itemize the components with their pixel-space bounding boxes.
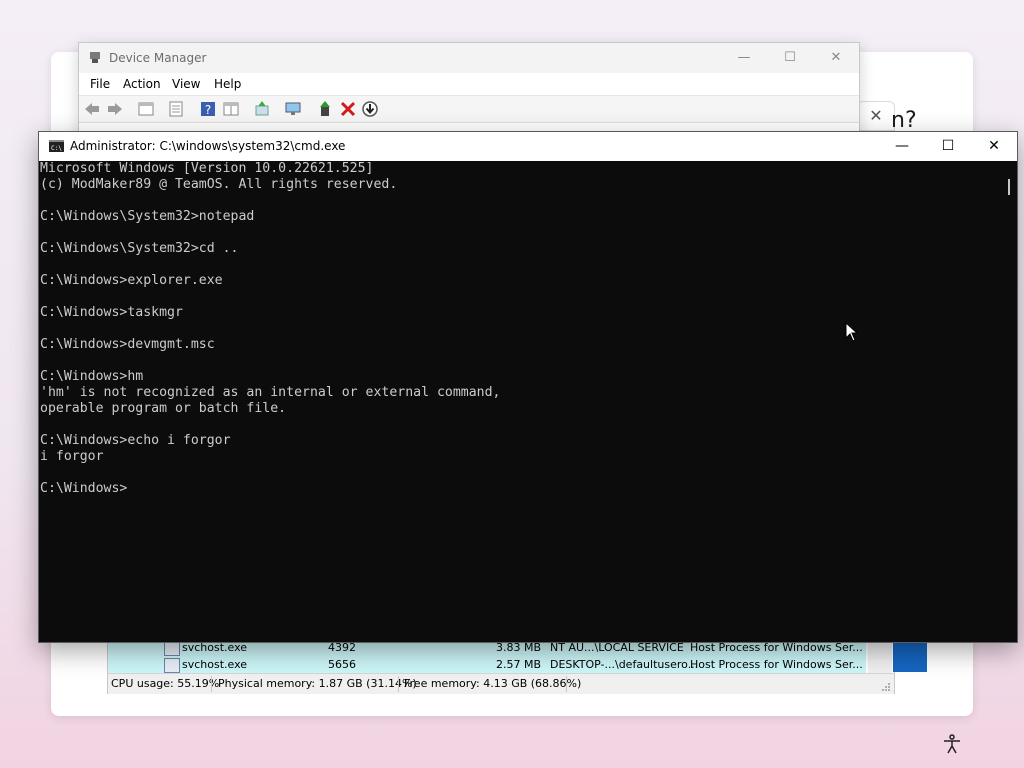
show-hide-icon[interactable] <box>222 100 240 118</box>
physical-memory: Physical memory: 1.87 GB (31.14%) <box>218 677 417 690</box>
process-pid: 5656 <box>328 658 356 671</box>
svg-text:C:\: C:\ <box>51 145 62 152</box>
console-line: C:\Windows>explorer.exe <box>40 273 223 288</box>
process-icon <box>164 641 180 656</box>
console-line: operable program or batch file. <box>40 401 287 416</box>
uninstall-icon[interactable] <box>339 100 357 118</box>
console-line: C:\Windows>echo i forgor <box>40 433 231 448</box>
cmd-titlebar[interactable]: C:\ Administrator: C:\windows\system32\c… <box>39 132 1017 161</box>
close-button[interactable]: ✕ <box>971 132 1017 161</box>
console-line: C:\Windows> <box>40 481 128 496</box>
minimize-button[interactable]: — <box>879 132 925 161</box>
console-line: (c) ModMaker89 @ TeamOS. All rights rese… <box>40 177 398 192</box>
console-line: C:\Windows\System32>notepad <box>40 209 255 224</box>
svg-text:?: ? <box>205 103 211 117</box>
setup-close-button[interactable]: ✕ <box>857 101 895 131</box>
process-description: Host Process for Windows Ser... <box>690 658 863 671</box>
process-icon <box>164 658 180 673</box>
cmd-title: Administrator: C:\windows\system32\cmd.e… <box>70 139 346 153</box>
device-manager-icon <box>90 52 100 63</box>
menu-bar: File Action View Help <box>79 73 859 95</box>
accessibility-icon[interactable] <box>941 733 963 755</box>
cmd-icon: C:\ <box>49 140 64 152</box>
background-accent-panel <box>893 640 927 672</box>
minimize-button[interactable]: — <box>721 43 767 73</box>
menu-action[interactable]: Action <box>123 77 161 91</box>
console-line: Microsoft Windows [Version 10.0.22621.52… <box>40 161 374 176</box>
setup-question-text: n? <box>891 108 917 133</box>
back-arrow-icon[interactable] <box>83 100 101 118</box>
vertical-scrollbar[interactable] <box>1000 161 1017 641</box>
cmd-window: C:\ Administrator: C:\windows\system32\c… <box>38 131 1018 643</box>
process-user: DESKTOP-...\defaultusero... <box>550 658 699 671</box>
help-icon[interactable]: ? <box>199 100 217 118</box>
device-manager-title: Device Manager <box>109 51 207 65</box>
device-manager-window: Device Manager — ☐ ✕ File Action View He… <box>78 42 860 144</box>
update-driver-icon[interactable] <box>316 100 334 118</box>
resize-grip-icon[interactable] <box>881 682 891 692</box>
menu-help[interactable]: Help <box>214 77 241 91</box>
process-name: svchost.exe <box>182 658 248 671</box>
device-manager-titlebar[interactable]: Device Manager — ☐ ✕ <box>79 43 859 73</box>
console-output[interactable]: Microsoft Windows [Version 10.0.22621.52… <box>39 161 1000 641</box>
forward-arrow-icon[interactable] <box>106 100 124 118</box>
menu-view[interactable]: View <box>172 77 200 91</box>
vertical-scrollbar[interactable] <box>868 639 892 673</box>
console-line: C:\Windows>hm <box>40 369 144 384</box>
status-bar: CPU usage: 55.19% Physical memory: 1.87 … <box>108 673 894 694</box>
monitor-icon[interactable] <box>284 100 302 118</box>
scan-hardware-icon[interactable] <box>253 100 271 118</box>
status-divider <box>398 676 399 692</box>
console-line: i forgor <box>40 449 104 464</box>
scrollbar-thumb[interactable] <box>1008 179 1010 195</box>
maximize-button[interactable]: ☐ <box>767 43 813 73</box>
close-button[interactable]: ✕ <box>813 43 859 73</box>
process-list: svchost.exe 4392 3.83 MB NT AU...\LOCAL … <box>108 639 866 673</box>
properties-icon[interactable] <box>167 100 185 118</box>
free-memory: Free memory: 4.13 GB (68.86%) <box>404 677 582 690</box>
process-memory: 2.57 MB <box>496 658 542 671</box>
console-line: C:\Windows>taskmgr <box>40 305 183 320</box>
status-divider <box>566 676 567 692</box>
console-tree-icon[interactable] <box>137 100 155 118</box>
download-icon[interactable] <box>361 100 379 118</box>
toolbar: ? <box>79 95 859 123</box>
status-divider <box>211 676 212 692</box>
cpu-usage: CPU usage: 55.19% <box>111 677 220 690</box>
maximize-button[interactable]: ☐ <box>925 132 971 161</box>
mouse-cursor-icon <box>845 322 859 342</box>
console-line: 'hm' is not recognized as an internal or… <box>40 385 501 400</box>
table-row[interactable]: svchost.exe 5656 2.57 MB DESKTOP-...\def… <box>108 656 866 673</box>
console-line: C:\Windows\System32>cd .. <box>40 241 239 256</box>
menu-file[interactable]: File <box>90 77 110 91</box>
